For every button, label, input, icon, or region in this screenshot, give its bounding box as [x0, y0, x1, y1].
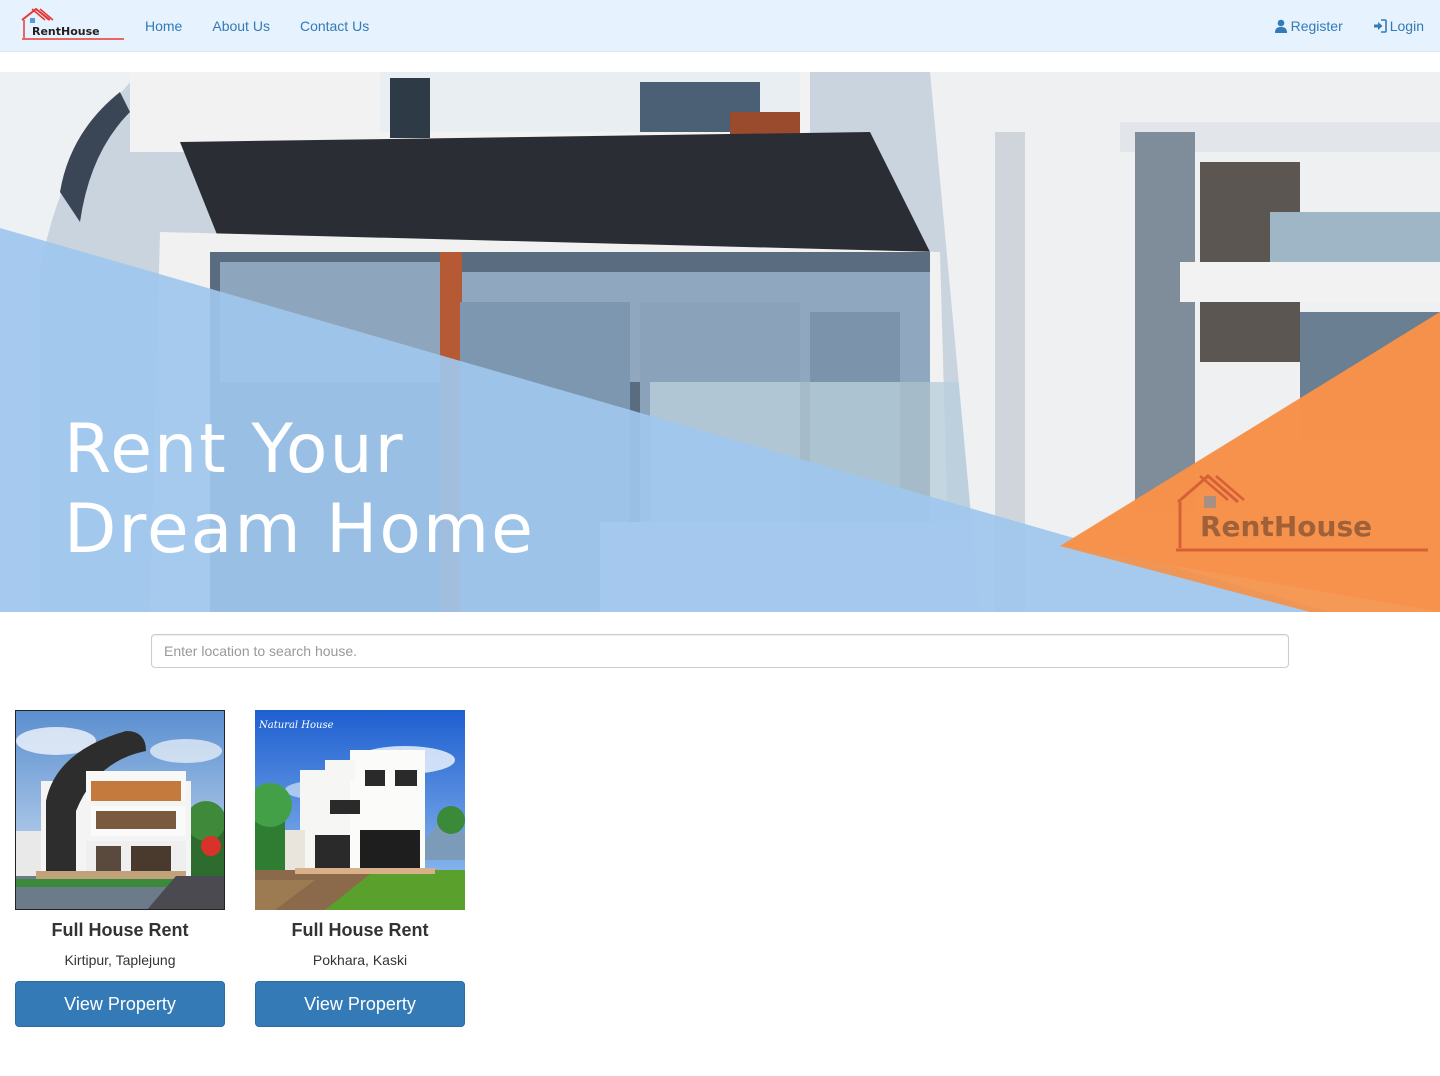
login-link[interactable]: Login: [1358, 0, 1440, 52]
hero-headline-line2: Dream Home: [64, 490, 535, 569]
location-search-input[interactable]: [151, 634, 1289, 668]
listing-image[interactable]: [15, 710, 225, 910]
sign-in-icon: [1373, 19, 1387, 33]
hero-renthouse-logo-icon: RentHouse: [1176, 474, 1428, 552]
auth-nav: Register Login: [1259, 0, 1440, 52]
listing-card: Natural House Full House Rent Pokhara, K…: [255, 710, 465, 1027]
main-nav: Home About Us Contact Us: [130, 0, 384, 52]
listing-title: Full House Rent: [51, 920, 189, 940]
nav-contact-link[interactable]: Contact Us: [285, 0, 384, 52]
listing-image[interactable]: Natural House: [255, 710, 465, 910]
listing-location: Kirtipur, Taplejung: [64, 952, 176, 968]
nav-about-link[interactable]: About Us: [197, 0, 285, 52]
svg-text:RentHouse: RentHouse: [32, 25, 100, 38]
view-property-button[interactable]: View Property: [255, 981, 465, 1027]
svg-text:Natural House: Natural House: [258, 720, 334, 731]
login-label: Login: [1389, 18, 1424, 34]
house-photo-kirtipur: [16, 711, 224, 909]
svg-text:RentHouse: RentHouse: [1200, 510, 1372, 543]
view-property-button[interactable]: View Property: [15, 981, 225, 1027]
brand-logo[interactable]: RentHouse: [20, 6, 126, 44]
hero-headline-line1: Rent Your: [64, 410, 405, 489]
search-bar: [151, 634, 1289, 668]
listing-location: Pokhara, Kaski: [312, 952, 408, 968]
house-logo-icon: RentHouse: [21, 7, 124, 40]
listing-card: Full House Rent Kirtipur, Taplejung View…: [15, 710, 225, 1027]
user-icon: [1274, 19, 1287, 33]
house-photo-pokhara: Natural House: [255, 710, 465, 910]
listing-title: Full House Rent: [291, 920, 429, 940]
hero-banner: Rent Your Dream Home RentHouse: [0, 72, 1440, 612]
register-link[interactable]: Register: [1259, 0, 1358, 52]
register-label: Register: [1290, 18, 1343, 34]
hero-headline: Rent Your Dream Home: [64, 410, 664, 570]
nav-home-link[interactable]: Home: [130, 0, 197, 52]
navbar: RentHouse Home About Us Contact Us Regis…: [0, 0, 1440, 52]
